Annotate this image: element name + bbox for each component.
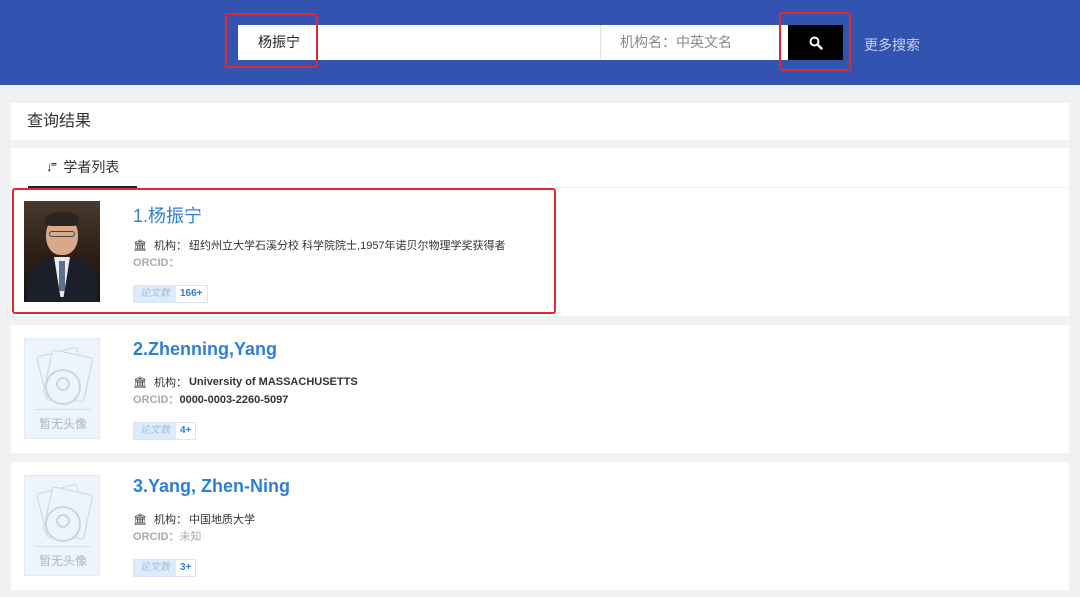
paper-count-value: 3+ [176, 560, 196, 576]
user-icon [56, 514, 70, 528]
institution-row: 🏛 机构： University of MASSACHUSETTS [133, 374, 358, 390]
paper-count-label: 论文数 [134, 286, 176, 302]
paper-count-value: 166+ [176, 286, 207, 302]
paper-count-label: 论文数 [134, 560, 176, 576]
scholar-name[interactable]: 3.Yang, Zhen-Ning [133, 476, 290, 497]
no-avatar-text: 暂无头像 [38, 554, 87, 568]
institution-value: 纽约州立大学石溪分校 科学院院士,1957年诺贝尔物理学奖获得者 [188, 240, 506, 252]
paper-count-badge[interactable]: 论文数 4+ [133, 422, 197, 440]
org-search-input[interactable]: 机构名：中英文名 [601, 25, 788, 60]
orcid-row: ORCID：0000-0003-2260-5097 [133, 391, 288, 407]
user-icon [56, 377, 70, 391]
scholar-card[interactable]: 1.杨振宁 🏛 机构： 纽约州立大学石溪分校 科学院院士,1957年诺贝尔物理学… [11, 188, 1069, 316]
tab-bar: ↓⁼ 学者列表 [11, 148, 1069, 188]
tab-label: 学者列表 [63, 159, 120, 175]
no-avatar-text: 暂无头像 [38, 417, 87, 431]
institution-value: University of MASSACHUSETTS [188, 376, 358, 388]
scholar-card[interactable]: 暂无头像 3.Yang, Zhen-Ning 🏛 机构： 中国地质大学 ORCI… [11, 462, 1069, 590]
orcid-label: ORCID： [133, 257, 180, 269]
institution-row: 🏛 机构： 纽约州立大学石溪分校 科学院院士,1957年诺贝尔物理学奖获得者 [133, 237, 506, 253]
institution-label: 机构： [153, 377, 187, 389]
sort-desc-icon: ↓⁼ [46, 159, 57, 174]
orcid-label: ORCID： [133, 394, 180, 406]
orcid-row: ORCID：未知 [133, 528, 201, 544]
orcid-value: 未知 [179, 531, 202, 543]
default-avatar: 暂无头像 [24, 338, 100, 439]
name-search-input[interactable]: 杨振宁 [238, 25, 600, 60]
orcid-label: ORCID： [133, 531, 180, 543]
paper-count-value: 4+ [176, 423, 196, 439]
header-bar: 杨振宁 机构名：中英文名 更多搜索 [0, 0, 1080, 85]
tab-scholar-list[interactable]: ↓⁼ 学者列表 [28, 148, 137, 188]
institution-row: 🏛 机构： 中国地质大学 [133, 511, 255, 527]
scholar-name[interactable]: 2.Zhenning,Yang [133, 339, 277, 360]
more-search-link[interactable]: 更多搜索 [864, 35, 920, 55]
scholar-photo [24, 201, 100, 302]
institution-value: 中国地质大学 [188, 514, 255, 526]
institution-icon: 🏛 [133, 376, 147, 389]
paper-count-badge[interactable]: 论文数 3+ [133, 559, 197, 577]
orcid-row: ORCID： [133, 254, 179, 270]
institution-label: 机构： [153, 240, 187, 252]
institution-icon: 🏛 [133, 513, 147, 526]
default-avatar: 暂无头像 [24, 475, 100, 576]
paper-count-label: 论文数 [134, 423, 176, 439]
institution-icon: 🏛 [133, 239, 147, 252]
results-heading: 查询结果 [11, 103, 1069, 140]
institution-label: 机构： [153, 514, 187, 526]
orcid-value: 0000-0003-2260-5097 [179, 394, 289, 406]
search-button[interactable] [788, 25, 843, 60]
scholar-name[interactable]: 1.杨振宁 [133, 202, 202, 228]
scholar-card[interactable]: 暂无头像 2.Zhenning,Yang 🏛 机构： University of… [11, 325, 1069, 453]
paper-count-badge[interactable]: 论文数 166+ [133, 285, 208, 303]
search-icon [809, 36, 823, 50]
